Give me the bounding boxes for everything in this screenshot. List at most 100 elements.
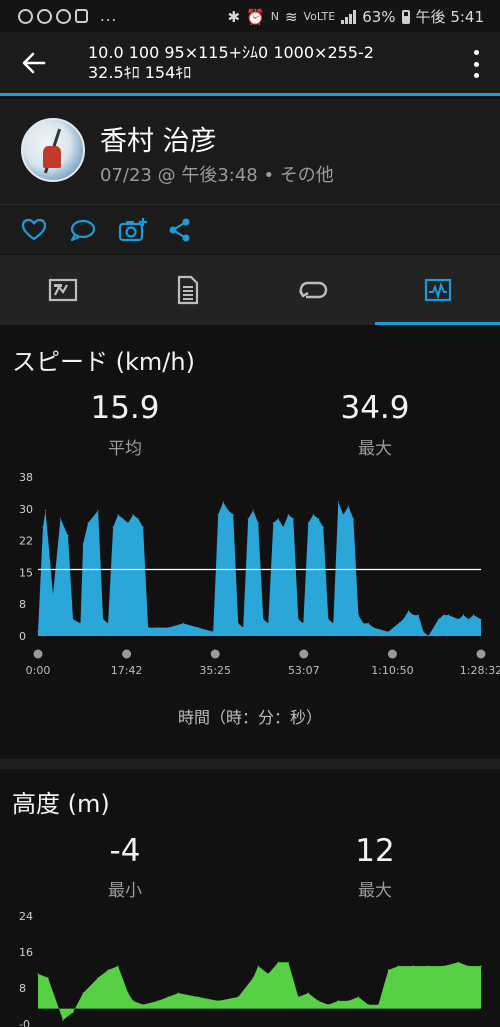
tab-charts[interactable] [375, 255, 500, 325]
data-point [347, 1000, 349, 1002]
data-point [467, 618, 470, 620]
data-point [267, 622, 269, 624]
data-point [377, 1004, 379, 1006]
data-point [307, 522, 309, 524]
speed-average-label: 平均 [108, 439, 142, 459]
data-point [132, 1000, 134, 1002]
share-button[interactable] [167, 217, 195, 243]
dot-icon [473, 61, 479, 67]
data-point [312, 514, 314, 516]
data-point [357, 614, 359, 616]
heart-icon [21, 218, 47, 241]
like-button[interactable] [20, 217, 48, 243]
comment-icon [70, 219, 96, 242]
data-point [297, 996, 299, 998]
data-point [437, 618, 440, 620]
data-point [357, 996, 359, 998]
data-point [252, 977, 254, 979]
data-point [242, 627, 244, 629]
alarm-icon: ⏰ [246, 7, 265, 26]
altitude-max-label: 最大 [358, 881, 392, 901]
data-point [412, 614, 414, 616]
data-point [442, 614, 445, 616]
y-tick-label: 22 [19, 535, 33, 548]
data-point [82, 543, 84, 545]
data-point [137, 518, 139, 520]
data-point [332, 622, 334, 624]
data-point [37, 631, 39, 633]
data-point [367, 1004, 369, 1006]
user-name[interactable]: 香村 治彦 [100, 119, 217, 158]
signal-icon [341, 9, 357, 24]
add-photo-button[interactable] [118, 217, 147, 243]
tab-details[interactable] [125, 255, 250, 325]
speed-section: スピード (km/h) 15.9 平均 34.9 最大 0 8 15 22 30 38 0:… [0, 326, 500, 759]
data-point [362, 622, 364, 624]
data-point [397, 965, 399, 967]
data-point [142, 526, 144, 528]
speed-chart[interactable]: 0 8 15 22 30 38 0:00 17:42 35:25 53:07 1:10:50 1:28… [0, 466, 500, 736]
data-point [147, 627, 149, 629]
dot-icon [473, 50, 479, 55]
tab-overview[interactable] [0, 255, 125, 325]
altitude-chart[interactable]: -0 8 16 24 [0, 907, 500, 1027]
data-point [462, 614, 465, 616]
charts-pulse-icon [424, 278, 451, 302]
data-point [217, 514, 219, 516]
x-tick-marker [476, 649, 486, 659]
y-tick-label: 0 [19, 630, 26, 643]
altitude-series [38, 962, 481, 1021]
data-point [337, 1000, 339, 1002]
sync-icon-2 [37, 8, 52, 24]
back-arrow-icon [22, 52, 46, 74]
y-tick-label: -0 [19, 1018, 30, 1027]
x-tick-marker [299, 649, 309, 659]
data-point [347, 505, 349, 507]
data-point [427, 635, 429, 637]
data-point [127, 522, 129, 524]
notification-icons: ... [18, 7, 117, 25]
data-point [387, 969, 389, 971]
data-point [127, 992, 129, 994]
speed-max-value: 34.9 [340, 390, 410, 426]
data-point [252, 509, 254, 512]
data-point [457, 961, 460, 963]
data-point [257, 522, 259, 524]
avatar[interactable] [21, 118, 85, 182]
y-tick-label: 24 [19, 910, 33, 923]
data-point [277, 961, 279, 963]
data-point [317, 1000, 319, 1002]
volte-icon: VoLTE [303, 10, 336, 23]
data-point [480, 618, 482, 620]
data-point [107, 969, 109, 971]
x-tick-marker [387, 649, 397, 659]
data-point [472, 614, 475, 616]
comment-button[interactable] [69, 217, 97, 243]
data-point [107, 622, 109, 624]
x-tick-label: 1:10:50 [371, 664, 413, 677]
activity-title-line1: 10.0 100 95×115+ｼﾑ0 1000×255-2 [88, 43, 374, 62]
data-point [142, 1004, 144, 1006]
overflow-menu-button[interactable] [472, 50, 480, 78]
x-tick-marker [33, 649, 43, 659]
data-point [257, 965, 259, 967]
data-point [62, 1019, 64, 1021]
data-point [42, 526, 44, 528]
y-tick-label: 15 [19, 566, 33, 579]
data-point [157, 627, 159, 629]
back-button[interactable] [20, 48, 48, 78]
data-point [272, 522, 274, 524]
data-point [97, 977, 99, 979]
speed-title: スピード (km/h) [12, 348, 195, 376]
data-point [342, 514, 344, 516]
data-point [97, 509, 99, 512]
data-point [292, 518, 294, 520]
tab-laps[interactable] [250, 255, 375, 325]
speed-average-value: 15.9 [90, 390, 160, 426]
data-point [402, 618, 404, 620]
data-point [467, 965, 470, 967]
data-point [372, 627, 374, 629]
data-point [327, 1004, 329, 1006]
data-point [222, 501, 224, 503]
y-tick-label: 8 [19, 982, 26, 995]
